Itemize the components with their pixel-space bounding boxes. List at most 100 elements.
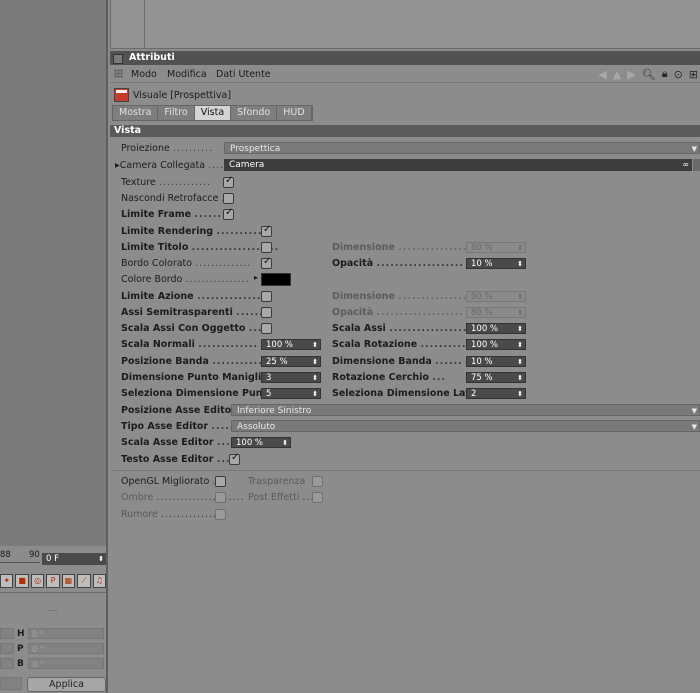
label-rumore: Rumore — [121, 509, 158, 520]
dimensione-azione-field[interactable]: 90 % ⬍ — [466, 291, 526, 302]
limite-titolo-checkbox[interactable] — [261, 242, 272, 253]
scala-rotazione-field[interactable]: 100 % ⬍ — [466, 339, 526, 350]
apply-button[interactable]: Applica — [27, 677, 106, 692]
nascondi-checkbox[interactable] — [223, 193, 234, 204]
rotazione-cerchio-field[interactable]: 75 % ⬍ — [466, 372, 526, 383]
autokey-icon[interactable]: ◎ — [30, 574, 45, 588]
tab-mostra[interactable]: Mostra — [113, 106, 159, 120]
scala-assi-oggetto-checkbox[interactable] — [261, 323, 272, 334]
grid-icon[interactable]: ▦ — [61, 574, 76, 588]
limite-rendering-checkbox[interactable]: ✓ — [261, 224, 272, 237]
coord-p-field[interactable]: 0 ° — [28, 643, 104, 654]
pane-divider[interactable] — [106, 0, 108, 693]
posizione-banda-field[interactable]: 25 % ⬍ — [261, 356, 321, 367]
spinner-icon[interactable]: ⬍ — [312, 373, 318, 383]
sel-dim-lato-field[interactable]: 2 ⬍ — [466, 388, 526, 399]
dim-punto-maniglia-field[interactable]: 3 ⬍ — [261, 372, 321, 383]
bordo-colorato-checkbox[interactable]: ✓ — [261, 256, 272, 269]
scala-normali-field[interactable]: 100 % ⬍ — [261, 339, 321, 350]
coord-left-field[interactable] — [0, 643, 14, 654]
object-manager-pane — [110, 0, 700, 49]
menu-modifica[interactable]: Modifica — [167, 69, 207, 80]
spinner-icon[interactable]: ⬍ — [312, 340, 318, 350]
spinner-icon[interactable]: ⬍ — [517, 357, 523, 367]
spinner-icon[interactable]: ⬍ — [312, 357, 318, 367]
keyframe-icon[interactable]: ✦ — [0, 574, 14, 588]
coord-mode-dropdown[interactable] — [0, 677, 22, 690]
spinner-icon[interactable]: ⬍ — [517, 340, 523, 350]
menu-modo[interactable]: Modo — [131, 69, 157, 80]
link-options-button[interactable] — [693, 159, 700, 171]
opacita-field[interactable]: 10 % ⬍ — [466, 258, 526, 269]
rumore-checkbox[interactable] — [215, 509, 226, 520]
sound-icon[interactable]: ♫ — [92, 574, 106, 588]
tab-vista[interactable]: Vista — [194, 106, 232, 120]
assi-semitrasparenti-checkbox[interactable] — [261, 307, 272, 318]
tab-filtro[interactable]: Filtro — [158, 106, 195, 120]
limite-azione-checkbox[interactable] — [261, 291, 272, 302]
spinner-icon[interactable]: ⬍ — [517, 259, 523, 269]
testo-asse-editor-checkbox[interactable]: ✓ — [229, 452, 240, 465]
pos-asse-editor-dropdown[interactable]: Inferiore Sinistro ▼ — [231, 404, 700, 416]
panel-grip-icon[interactable] — [113, 54, 123, 64]
menu-dati-utente[interactable]: Dati Utente — [216, 69, 271, 80]
coord-h-field[interactable]: 0 ° — [28, 628, 104, 639]
post-effetti-checkbox[interactable] — [312, 492, 323, 503]
tab-hud[interactable]: HUD — [277, 106, 312, 120]
coord-b-field[interactable]: 0 ° — [28, 658, 104, 669]
lock-icon[interactable]: 🔒︎ — [662, 67, 668, 81]
label-dim-punto-maniglia: Dimensione Punto Maniglia — [121, 372, 268, 383]
proiezione-dropdown[interactable]: Prospettica ▼ — [224, 142, 700, 154]
coord-header: --- — [48, 606, 58, 615]
limite-frame-checkbox[interactable]: ✓ — [223, 207, 234, 220]
spinner-icon[interactable]: ⬍ — [517, 243, 523, 253]
scala-normali-value: 100 % — [266, 340, 294, 350]
expand-triangle-icon[interactable]: ▸ — [254, 273, 258, 282]
link-icon[interactable]: ∞ — [682, 159, 689, 171]
motion-icon[interactable]: ⟋ — [77, 574, 91, 588]
coord-left-field[interactable] — [0, 658, 14, 669]
up-arrow-icon[interactable]: ▲ — [613, 68, 621, 81]
spinner-icon[interactable]: ⬍ — [98, 553, 104, 565]
scala-assi-field[interactable]: 100 % ⬍ — [466, 323, 526, 334]
opengl-checkbox[interactable] — [215, 476, 226, 487]
spinner-icon[interactable]: ⬍ — [312, 389, 318, 399]
search-icon[interactable]: 🔍︎ — [642, 68, 656, 81]
new-panel-icon[interactable]: ⊞ — [689, 68, 698, 81]
label-dots: ........... — [420, 339, 472, 350]
opacita-assi-field[interactable]: 80 % ⬍ — [466, 307, 526, 318]
spinner-icon[interactable]: ⬍ — [282, 438, 288, 448]
camera-link-field[interactable]: Camera ∞ — [224, 159, 692, 171]
history-icon[interactable]: ⊙ — [674, 68, 683, 81]
spinner-icon[interactable]: ⬍ — [517, 373, 523, 383]
spinner-icon[interactable]: ⬍ — [517, 324, 523, 334]
menu-grip-icon[interactable] — [114, 69, 123, 78]
scala-asse-editor-field[interactable]: 100 % ⬍ — [231, 437, 291, 448]
ombre-checkbox[interactable] — [215, 492, 226, 503]
spinner-icon[interactable]: ⬍ — [517, 308, 523, 318]
tab-sfondo[interactable]: Sfondo — [231, 106, 278, 120]
spinner-icon[interactable]: ⬍ — [517, 389, 523, 399]
record-icon[interactable]: ■ — [15, 574, 29, 588]
sel-dim-punto-field[interactable]: 5 ⬍ — [261, 388, 321, 399]
current-frame-field[interactable]: 0 F ⬍ — [42, 553, 106, 565]
scala-asse-editor-value: 100 % — [236, 438, 264, 448]
label-dots: ....... — [194, 209, 227, 220]
current-frame-value: 0 F — [46, 554, 59, 564]
section-header-vista[interactable]: Vista — [110, 125, 700, 137]
coord-left-field[interactable] — [0, 628, 14, 639]
tipo-asse-editor-dropdown[interactable]: Assoluto ▼ — [231, 420, 700, 432]
chevron-down-icon: ▼ — [691, 145, 697, 153]
back-arrow-icon[interactable]: ◀ — [598, 68, 606, 81]
forward-arrow-icon[interactable]: ▶ — [627, 68, 635, 81]
spinner-icon[interactable]: ⬍ — [517, 292, 523, 302]
label-scala-asse-editor: Scala Asse Editor — [121, 437, 214, 448]
trasparenza-checkbox[interactable] — [312, 476, 323, 487]
label-limite-frame: Limite Frame — [121, 209, 192, 220]
texture-checkbox[interactable]: ✓ — [223, 175, 234, 188]
dimensione-titolo-field[interactable]: 80 % ⬍ — [466, 242, 526, 253]
label-dots: ................... — [376, 258, 465, 269]
dimensione-banda-field[interactable]: 10 % ⬍ — [466, 356, 526, 367]
colore-bordo-swatch[interactable] — [261, 273, 291, 286]
position-key-icon[interactable]: P — [46, 574, 60, 588]
